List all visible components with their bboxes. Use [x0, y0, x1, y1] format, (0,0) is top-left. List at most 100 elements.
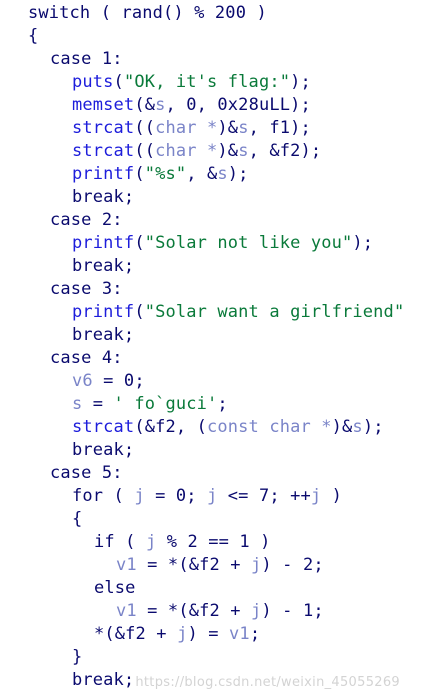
code-token-var: v6	[72, 371, 93, 391]
code-token-default: break;	[72, 440, 135, 460]
code-token-var: s	[238, 141, 249, 161]
code-token-var: s	[238, 118, 249, 138]
code-token-default: case 5:	[50, 463, 123, 483]
code-token-str: "Solar want a girlfriend"	[144, 302, 405, 322]
code-token-var: s	[217, 164, 228, 184]
code-token-default: case 3:	[50, 279, 123, 299]
code-token-var: v1	[229, 624, 250, 644]
code-line: v1 = *(&f2 + j) - 1;	[0, 600, 422, 623]
code-line: case 5:	[0, 462, 422, 485]
code-token-default: );	[290, 72, 311, 92]
code-token-var: j	[251, 601, 262, 621]
code-line: if ( j % 2 == 1 )	[0, 531, 422, 554]
code-token-fn: puts	[72, 72, 114, 92]
code-token-type: const char *	[207, 417, 332, 437]
code-token-default: = *(&f2 +	[136, 555, 252, 575]
code-line: break;	[0, 324, 422, 347]
code-line: break;	[0, 439, 422, 462]
code-line: else	[0, 577, 422, 600]
code-token-default: break;	[72, 670, 135, 690]
code-token-default: for (	[72, 486, 135, 506]
code-token-default: switch ( rand() % 200 )	[28, 3, 267, 23]
code-token-fn: memset	[72, 95, 135, 115]
code-token-default: case 1:	[50, 49, 123, 69]
code-token-default: ) - 2;	[261, 555, 324, 575]
code-line: break;	[0, 255, 422, 278]
code-line: s = ' fo`guci';	[0, 393, 422, 416]
code-token-default: , &f2);	[248, 141, 322, 161]
code-token-default: )	[321, 486, 343, 506]
code-line: printf("Solar not like you");	[0, 232, 422, 255]
code-token-default: (	[134, 164, 145, 184]
code-token-default: <= 7; ++	[217, 486, 311, 506]
code-token-default: break;	[72, 325, 135, 345]
code-token-fn: printf	[72, 233, 135, 253]
code-token-default: , f1);	[248, 118, 311, 138]
code-line: }	[0, 646, 422, 669]
code-line: {	[0, 508, 422, 531]
code-token-str: "OK, it's flag:"	[123, 72, 291, 92]
code-token-default: *(&f2 +	[94, 624, 178, 644]
code-line: case 4:	[0, 347, 422, 370]
code-line: v6 = 0;	[0, 370, 422, 393]
code-token-default: if (	[94, 532, 146, 552]
code-token-str: "Solar not like you"	[144, 233, 353, 253]
code-token-default: ) - 1;	[261, 601, 324, 621]
code-token-default: = 0;	[144, 486, 208, 506]
code-token-var: j	[207, 486, 218, 506]
code-token-default: , &	[186, 164, 218, 184]
code-token-default: % 2 == 1 )	[156, 532, 271, 552]
code-token-var: j	[145, 532, 157, 552]
code-token-var: j	[251, 555, 262, 575]
code-token-var: v1	[116, 555, 137, 575]
code-token-default: case 2:	[50, 210, 123, 230]
code-token-default: ((	[134, 141, 156, 161]
code-token-default: =	[82, 394, 114, 414]
code-line: {	[0, 25, 422, 48]
code-token-default: = *(&f2 +	[136, 601, 252, 621]
code-token-fn: printf	[72, 302, 135, 322]
code-token-type: char *	[155, 141, 218, 161]
code-token-var: j	[134, 486, 145, 506]
code-line: *(&f2 + j) = v1;	[0, 623, 422, 646]
code-line: strcat(&f2, (const char *)&s);	[0, 416, 422, 439]
code-token-default: )&	[217, 118, 239, 138]
code-line: case 2:	[0, 209, 422, 232]
code-token-var: s	[352, 417, 363, 437]
code-token-default: {	[28, 26, 39, 46]
code-token-default: = 0;	[92, 371, 145, 391]
code-token-var: v1	[116, 601, 137, 621]
code-line: v1 = *(&f2 + j) - 2;	[0, 554, 422, 577]
code-token-default: break;	[72, 187, 135, 207]
code-line: for ( j = 0; j <= 7; ++j )	[0, 485, 422, 508]
code-token-default: case 4:	[50, 348, 123, 368]
code-token-default: {	[72, 509, 83, 529]
code-token-default: , 0, 0x28uLL);	[165, 95, 311, 115]
code-token-fn: strcat	[72, 417, 135, 437]
code-token-default: );	[352, 233, 374, 253]
code-line: strcat((char *)&s, &f2);	[0, 140, 422, 163]
code-token-default: ;	[249, 624, 261, 644]
code-line: memset(&s, 0, 0x28uLL);	[0, 94, 422, 117]
code-token-default: )&	[331, 417, 353, 437]
code-token-type: char *	[155, 118, 218, 138]
code-token-default: }	[72, 647, 83, 667]
code-line: printf("Solar want a girlfriend"	[0, 301, 422, 324]
code-token-default: ;	[217, 394, 228, 414]
code-line: switch ( rand() % 200 )	[0, 2, 422, 25]
code-token-str: "%s"	[144, 164, 187, 184]
code-token-default: );	[362, 417, 384, 437]
code-token-default: (	[113, 72, 124, 92]
code-token-default: (	[134, 233, 145, 253]
code-token-str: ' fo`guci'	[113, 394, 218, 414]
code-line: break;	[0, 186, 422, 209]
code-token-default: break;	[72, 256, 135, 276]
code-token-default: else	[94, 578, 136, 598]
code-line: puts("OK, it's flag:");	[0, 71, 422, 94]
code-line: case 3:	[0, 278, 422, 301]
code-line: case 1:	[0, 48, 422, 71]
code-token-default: (&	[134, 95, 156, 115]
code-line: strcat((char *)&s, f1);	[0, 117, 422, 140]
code-token-var: s	[72, 394, 83, 414]
code-token-default: (	[134, 302, 145, 322]
